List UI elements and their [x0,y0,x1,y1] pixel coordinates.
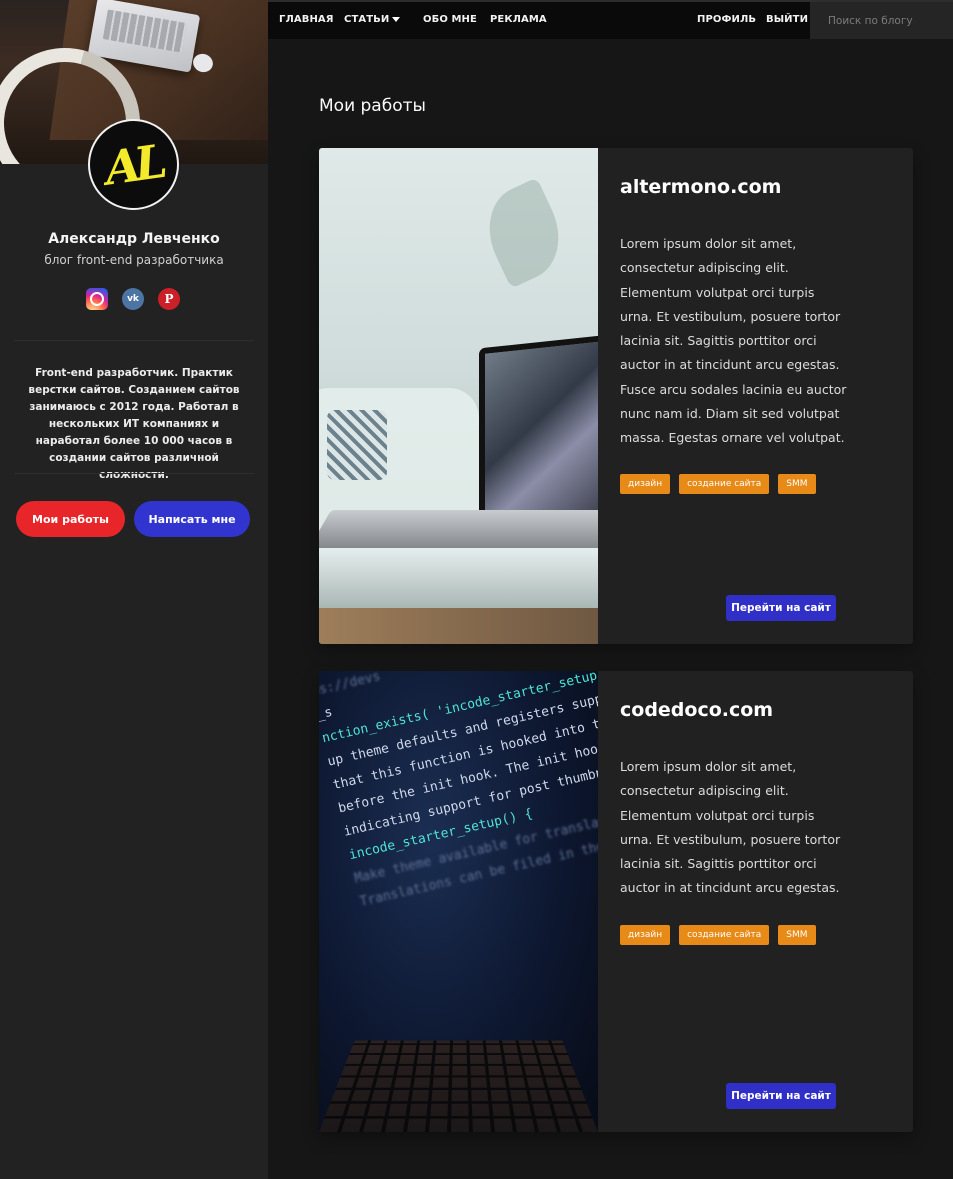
nav-ads[interactable]: РЕКЛАМА [490,14,547,25]
divider [14,473,254,474]
nav-about[interactable]: ОБО МНЕ [423,14,477,25]
card-title: altermono.com [620,176,782,198]
portfolio-card: altermono.com Lorem ipsum dolor sit amet… [319,148,913,644]
floor-shape [319,608,598,644]
laptop-photo [319,148,598,644]
card-tags: дизайн создание сайта SMM [620,474,816,494]
instagram-icon[interactable] [86,288,108,310]
avatar[interactable]: AL [88,119,179,210]
keyboard-shape [319,1040,598,1132]
nav-logout[interactable]: ВЫЙТИ [766,14,808,25]
avatar-logo-text: AL [101,133,166,196]
card-title: codedoco.com [620,699,774,721]
nav-home[interactable]: ГЛАВНАЯ [279,14,334,25]
visit-site-button[interactable]: Перейти на сайт [726,1083,836,1109]
nav-articles[interactable]: СТАТЬИ [344,14,389,25]
tag-site-creation[interactable]: создание сайта [679,925,770,945]
visit-site-button[interactable]: Перейти на сайт [726,595,836,621]
about-text: Front-end разработчик. Практик верстки с… [28,367,240,481]
tag-site-creation[interactable]: создание сайта [679,474,770,494]
tag-smm[interactable]: SMM [778,925,816,945]
profile-name: Александр Левченко [48,231,220,247]
vk-icon[interactable]: vk [122,288,144,310]
nav-profile[interactable]: ПРОФИЛЬ [697,14,756,25]
laptop-screen-shape [479,331,598,529]
plant-leaf-shape [473,177,575,289]
laptop-base-shape [319,510,598,552]
pinterest-icon[interactable]: P [158,288,180,310]
portfolio-card: ps://devs _s nction_exists( 'incode_star… [319,671,913,1132]
profile-subtitle: блог front-end разработчика [44,253,224,267]
tag-design[interactable]: дизайн [620,474,671,494]
tag-smm[interactable]: SMM [778,474,816,494]
code-photo: ps://devs _s nction_exists( 'incode_star… [319,671,598,1132]
code-snippet: ps://devs _s nction_exists( 'incode_star… [319,671,598,915]
card-description: Lorem ipsum dolor sit amet, consectetur … [620,236,847,446]
card-description: Lorem ipsum dolor sit amet, consectetur … [620,759,841,896]
search-input[interactable] [810,2,953,39]
card-tags: дизайн создание сайта SMM [620,925,816,945]
social-links: vk P [86,288,180,310]
sidebar: AL Александр Левченко блог front-end раз… [0,0,268,1179]
caret-down-icon[interactable] [392,17,400,22]
table-shape [319,548,598,608]
pillow-shape [327,410,387,480]
write-me-button[interactable]: Написать мне [134,501,250,537]
tag-design[interactable]: дизайн [620,925,671,945]
my-works-button[interactable]: Мои работы [16,501,125,537]
page-title: Мои работы [319,96,426,116]
divider [14,340,254,341]
top-navigation: ГЛАВНАЯ СТАТЬИ ОБО МНЕ РЕКЛАМА ПРОФИЛЬ В… [268,0,953,39]
